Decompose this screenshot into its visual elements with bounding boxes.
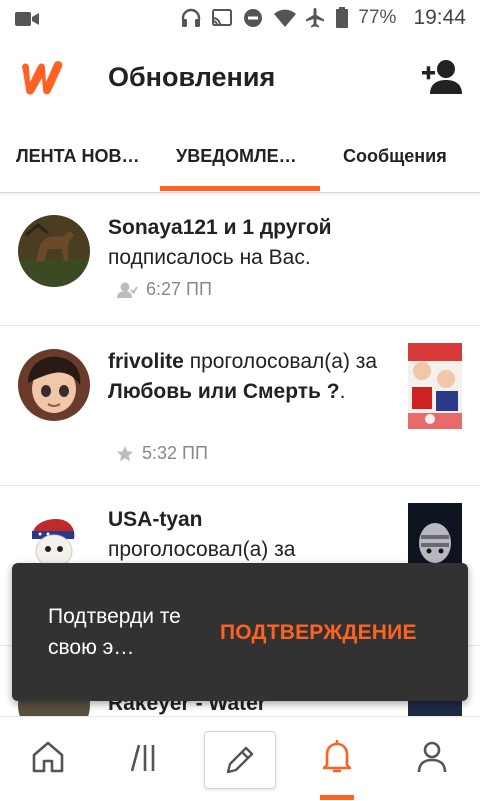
notification-user[interactable]: USA-tyan [108, 508, 203, 531]
add-user-icon[interactable] [420, 58, 462, 96]
headphones-icon [180, 7, 202, 29]
cast-icon [211, 7, 233, 29]
tab-news-feed[interactable]: ЛЕНТА НОВ… [16, 146, 140, 167]
notification-user[interactable]: Sonaya121 и 1 другой [108, 216, 332, 239]
list-item[interactable]: frivolite проголосовал(а) за Любовь или … [0, 325, 480, 486]
notification-action: проголосовал(а) за [183, 350, 378, 373]
profile-icon[interactable] [412, 737, 452, 777]
clock: 19:44 [413, 6, 466, 29]
write-button[interactable] [204, 731, 276, 789]
verify-email-snackbar: Подтверди те свою э… ПОДТВЕРЖДЕНИЕ [12, 563, 468, 701]
notification-action: подписалось на Вас. [108, 246, 311, 269]
star-icon [117, 445, 133, 461]
notification-user[interactable]: frivolite [108, 350, 184, 373]
tab-bar: ЛЕНТА НОВ… УВЕДОМЛЕ… Сообщения [0, 122, 480, 193]
avatar[interactable] [18, 215, 90, 287]
airplane-icon [304, 7, 326, 29]
story-cover-thumbnail[interactable] [408, 343, 462, 429]
snackbar-action-button[interactable]: ПОДТВЕРЖДЕНИЕ [220, 621, 417, 645]
tab-messages[interactable]: Сообщения [343, 146, 447, 167]
battery-level: 77% [358, 7, 397, 28]
notification-time: 6:27 ПП [146, 279, 212, 299]
notification-time: 5:32 ПП [142, 443, 208, 463]
wifi-icon [273, 7, 297, 29]
wattpad-logo[interactable] [18, 56, 66, 98]
bell-icon[interactable] [317, 737, 357, 777]
app-bar: Обновления [0, 38, 480, 122]
battery-icon [335, 7, 349, 29]
notification-story[interactable]: Любовь или Смерть ? [108, 380, 340, 403]
list-item[interactable]: Sonaya121 и 1 другой подписалось на Вас.… [0, 193, 480, 326]
pencil-icon [226, 746, 254, 774]
video-camera-icon [14, 9, 40, 34]
active-tab-indicator [160, 186, 320, 191]
follow-icon [117, 282, 138, 298]
tab-notifications[interactable]: УВЕДОМЛЕ… [176, 146, 297, 167]
status-bar: 77% 19:44 [0, 0, 480, 38]
library-icon[interactable] [124, 737, 164, 777]
snackbar-message: Подтверди те свою э… [48, 605, 181, 659]
notification-action: проголосовал(а) за [108, 538, 296, 561]
home-icon[interactable] [28, 737, 68, 777]
do-not-disturb-icon [242, 7, 264, 29]
page-title: Обновления [108, 62, 276, 92]
active-nav-indicator [320, 795, 354, 800]
avatar[interactable] [18, 349, 90, 421]
bottom-navigation [0, 716, 480, 801]
